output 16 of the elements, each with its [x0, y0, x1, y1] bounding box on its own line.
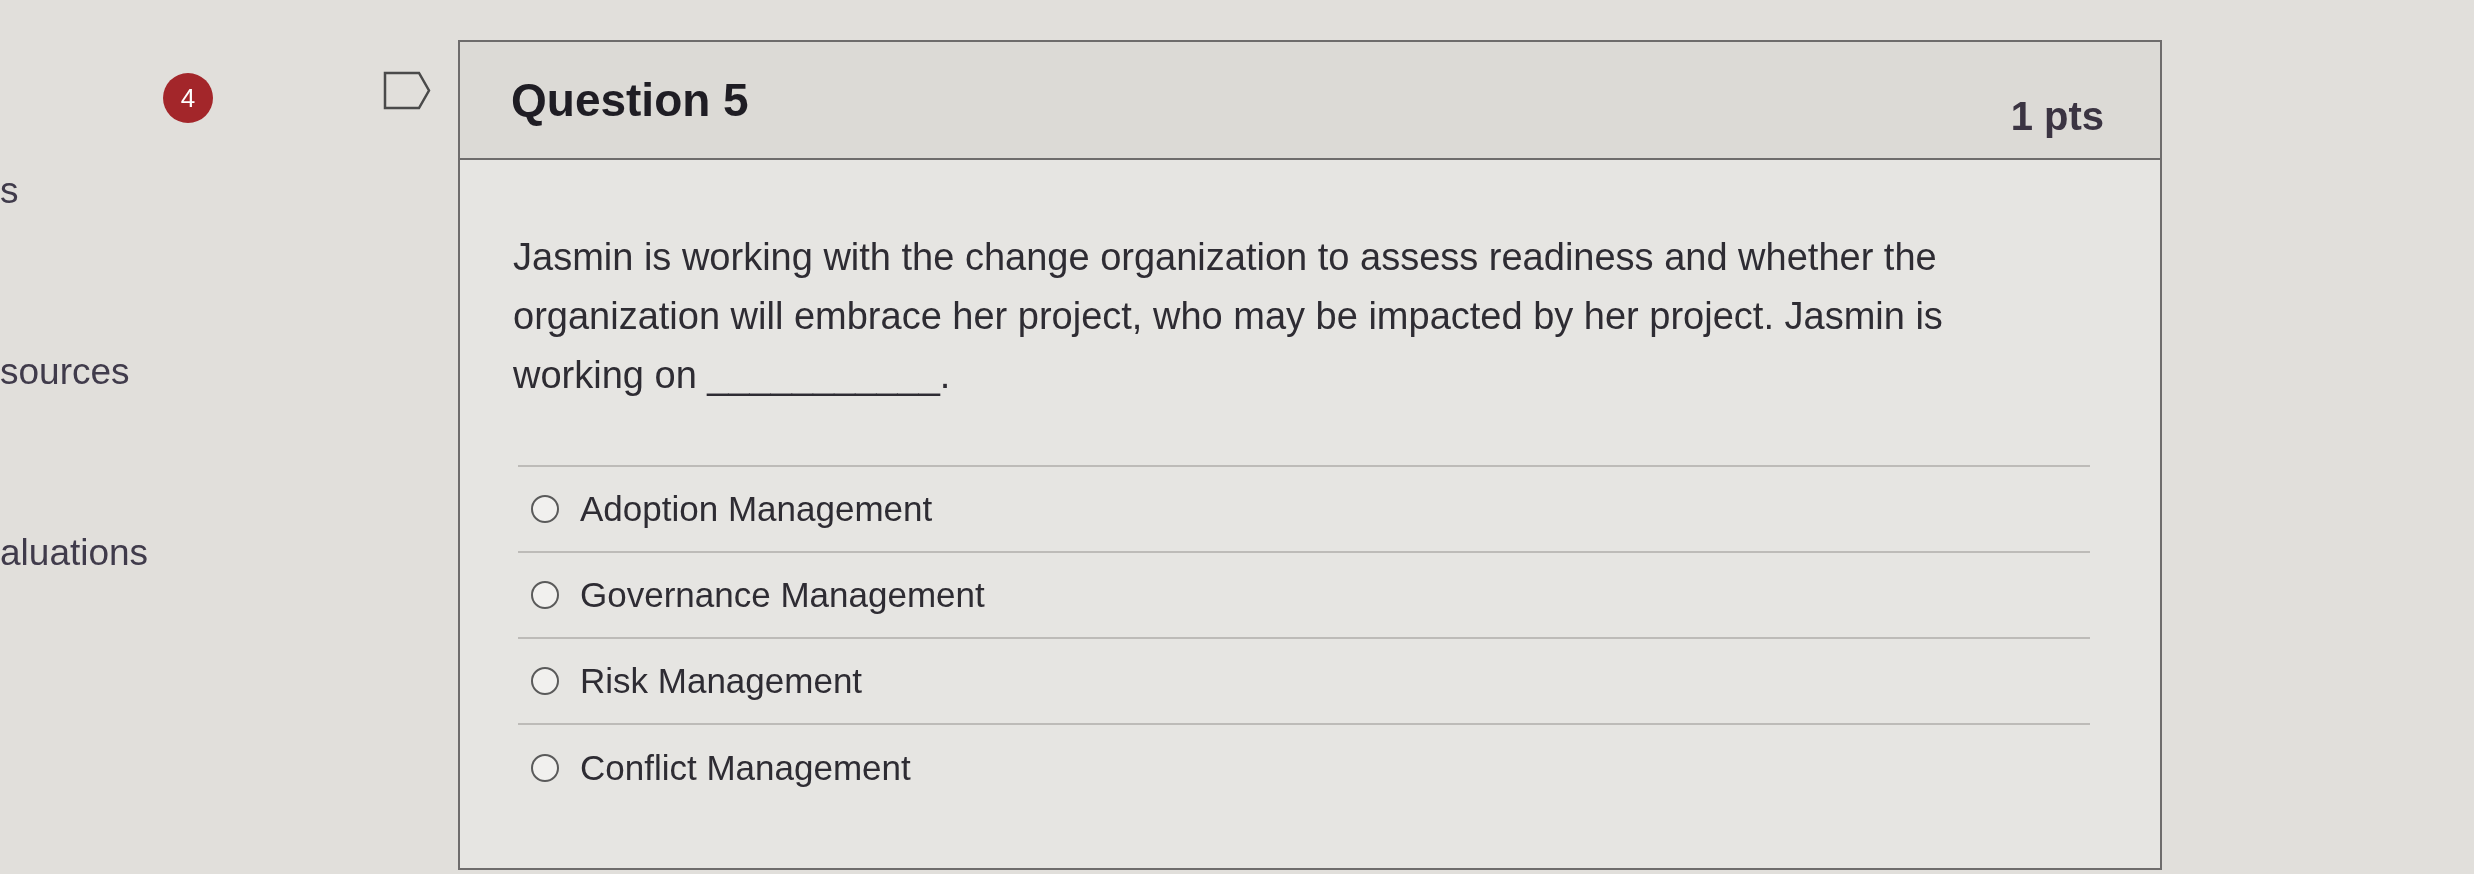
- question-title: Question 5: [511, 72, 749, 128]
- answer-label: Adoption Management: [580, 487, 933, 530]
- nav-link[interactable]: s: [0, 170, 19, 212]
- radio-button[interactable]: [531, 667, 559, 695]
- notification-badge: 4: [163, 73, 213, 123]
- answer-label: Risk Management: [580, 659, 863, 702]
- nav-link[interactable]: aluations: [0, 532, 149, 574]
- radio-button[interactable]: [531, 581, 559, 609]
- nav-link[interactable]: sources: [0, 351, 130, 393]
- answer-label: Conflict Management: [580, 746, 911, 789]
- answer-label: Governance Management: [580, 573, 985, 616]
- radio-button[interactable]: [531, 495, 559, 523]
- radio-button[interactable]: [531, 754, 559, 782]
- question-text: Jasmin is working with the change organization to assess readiness and whether the organization will embrace her project, who may be impacted by her project. Jasmin is working on ___________.: [513, 235, 1944, 398]
- points-label: 1 pts: [2010, 93, 2104, 140]
- tag-icon[interactable]: [383, 71, 431, 110]
